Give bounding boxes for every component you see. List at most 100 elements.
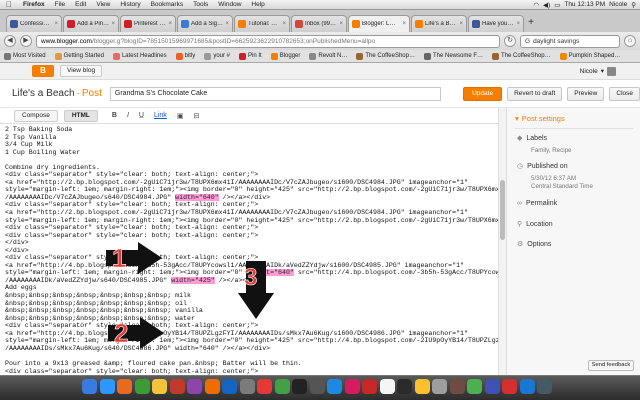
browser-tab[interactable]: Add a Pinter…× xyxy=(63,15,119,32)
bookmark-item[interactable]: Blogger xyxy=(270,52,300,60)
battery-icon[interactable]: ▭ xyxy=(554,1,560,9)
dock-app-icon[interactable] xyxy=(169,379,185,394)
bookmark-item[interactable]: Getting Started xyxy=(54,52,104,60)
browser-tab[interactable]: Pinterest Pin…× xyxy=(120,15,176,32)
new-tab-button[interactable]: + xyxy=(525,17,537,32)
browser-tab[interactable]: Life's a Bea…× xyxy=(411,15,467,32)
forward-button[interactable]: ▶ xyxy=(20,35,32,47)
dock-app-icon[interactable] xyxy=(379,379,395,394)
format-tool-3[interactable]: Link xyxy=(152,112,169,120)
format-tool-0[interactable]: B xyxy=(110,112,119,120)
close-tab-icon[interactable]: × xyxy=(402,21,406,27)
search-box[interactable]: G daylight savings xyxy=(520,34,620,48)
published-setting[interactable]: ◷ Published on xyxy=(517,162,568,171)
dock-app-icon[interactable] xyxy=(502,379,517,394)
menubar-user[interactable]: Nicole xyxy=(609,1,627,8)
menu-firefox[interactable]: Firefox xyxy=(18,1,50,8)
format-tool-4[interactable]: ▣ xyxy=(175,112,186,120)
menu-tools[interactable]: Tools xyxy=(188,1,213,8)
clock[interactable]: Thu 12:13 PM xyxy=(564,1,605,8)
dock-app-icon[interactable] xyxy=(292,379,307,394)
menu-bookmarks[interactable]: Bookmarks xyxy=(146,1,189,8)
close-tab-icon[interactable]: × xyxy=(282,21,286,27)
tab-html[interactable]: HTML xyxy=(63,109,98,122)
browser-tab[interactable]: Blogger: L… × xyxy=(348,15,410,32)
options-setting[interactable]: ⚙ Options xyxy=(517,240,551,249)
dock-app-icon[interactable] xyxy=(82,379,97,394)
dock-app-icon[interactable] xyxy=(327,379,342,394)
post-settings-heading[interactable]: ▾ Post settings xyxy=(515,114,565,123)
browser-tab[interactable]: Tutorial: Save…× xyxy=(234,15,290,32)
send-feedback-button[interactable]: Send feedback xyxy=(588,360,634,371)
spotlight-icon[interactable]: ⚲ xyxy=(631,1,636,9)
view-blog-button[interactable]: View blog xyxy=(60,65,103,77)
html-editor[interactable]: 2 Tsp Baking Soda 2 Tsp Vanilla 3/4 Cup Mi… xyxy=(0,124,498,375)
bookmark-item[interactable]: Pumpkin Shaped… xyxy=(559,52,620,60)
bookmark-item[interactable]: your # xyxy=(204,52,230,60)
volume-icon[interactable]: ◀) xyxy=(543,1,550,9)
reload-button[interactable]: ↻ xyxy=(504,35,516,47)
wifi-icon[interactable]: ◠ xyxy=(533,1,539,9)
permalink-setting[interactable]: ∞ Permalink xyxy=(517,200,557,207)
dock-app-icon[interactable] xyxy=(344,379,360,394)
dock-app-icon[interactable] xyxy=(239,379,255,394)
apple-menu-icon[interactable]:  xyxy=(0,0,18,9)
dock-app-icon[interactable] xyxy=(397,379,412,394)
revert-to-draft-button[interactable]: Revert to draft xyxy=(507,86,563,101)
dock-app-icon[interactable] xyxy=(152,379,167,394)
dock-app-icon[interactable] xyxy=(99,379,115,394)
menu-help[interactable]: Help xyxy=(246,1,269,8)
menu-file[interactable]: File xyxy=(50,1,70,8)
dock-app-icon[interactable] xyxy=(467,379,482,394)
close-tab-icon[interactable]: × xyxy=(516,21,520,27)
url-bar[interactable]: www.blogger.com/blogger.g?blogID=7851501… xyxy=(36,34,500,48)
tab-compose[interactable]: Compose xyxy=(14,109,58,122)
location-setting[interactable]: ⚲ Location xyxy=(517,220,553,229)
dock-app-icon[interactable] xyxy=(274,379,290,394)
bookmark-item[interactable]: bitly xyxy=(175,52,195,60)
labels-setting[interactable]: ◆ Labels xyxy=(517,134,547,143)
browser-tab[interactable]: Confessions × xyxy=(6,15,62,32)
close-tab-icon[interactable]: × xyxy=(459,21,463,27)
close-button[interactable]: Close xyxy=(609,86,640,101)
dock-app-icon[interactable] xyxy=(432,379,447,394)
close-tab-icon[interactable]: × xyxy=(111,21,115,27)
dock-app-icon[interactable] xyxy=(449,379,465,394)
dock-app-icon[interactable] xyxy=(484,379,500,394)
dock-app-icon[interactable] xyxy=(309,379,325,394)
dock-app-icon[interactable] xyxy=(414,379,430,394)
dock-app-icon[interactable] xyxy=(222,379,237,394)
close-tab-icon[interactable]: × xyxy=(54,21,58,27)
browser-tab[interactable]: Add a Signat…× xyxy=(177,15,233,32)
close-tab-icon[interactable]: × xyxy=(168,21,172,27)
close-tab-icon[interactable]: × xyxy=(225,21,229,27)
menu-window[interactable]: Window xyxy=(213,1,246,8)
dock-app-icon[interactable] xyxy=(519,379,535,394)
bookmark-item[interactable]: Revolt N… xyxy=(309,52,347,60)
menu-view[interactable]: View xyxy=(91,1,115,8)
menu-history[interactable]: History xyxy=(115,1,145,8)
post-title-input[interactable]: Grandma S's Chocolate Cake xyxy=(109,86,442,101)
browser-tab[interactable]: Inbox (99) -…× xyxy=(291,15,347,32)
bookmark-item[interactable]: The CoffeeShop… xyxy=(492,52,551,60)
dock-app-icon[interactable] xyxy=(187,379,202,394)
update-button[interactable]: Update xyxy=(463,86,503,101)
dock-app-icon[interactable] xyxy=(257,379,272,394)
bookmark-item[interactable]: Most Visited xyxy=(4,52,46,60)
dock-app-icon[interactable] xyxy=(204,379,220,394)
blogger-logo-icon[interactable]: B xyxy=(32,65,54,77)
browser-tab[interactable]: Have you che…× xyxy=(468,15,524,32)
format-tool-2[interactable]: U̲ xyxy=(137,112,146,120)
dock-app-icon[interactable] xyxy=(362,379,377,394)
bookmark-item[interactable]: The Newsome F… xyxy=(423,52,483,60)
user-menu[interactable]: Nicole ▾ xyxy=(580,66,616,76)
bookmark-item[interactable]: Pin It xyxy=(239,52,262,60)
close-tab-icon[interactable]: × xyxy=(339,21,343,27)
format-tool-5[interactable]: ⊟ xyxy=(191,112,201,120)
home-button[interactable]: ⌂ xyxy=(624,35,636,47)
bookmark-item[interactable]: Latest Headlines xyxy=(112,52,167,60)
scrollbar-thumb[interactable] xyxy=(500,180,505,240)
dock-app-icon[interactable] xyxy=(134,379,150,394)
menu-edit[interactable]: Edit xyxy=(70,1,91,8)
editor-scrollbar[interactable] xyxy=(498,108,506,375)
